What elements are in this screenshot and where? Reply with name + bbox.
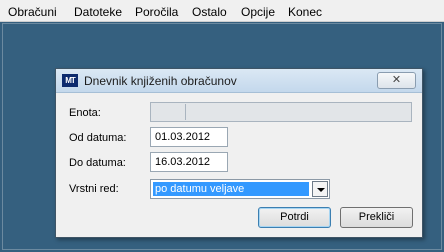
enota-field[interactable] bbox=[150, 102, 412, 122]
od-datuma-input[interactable]: 01.03.2012 bbox=[150, 127, 228, 147]
chevron-down-icon[interactable] bbox=[312, 181, 328, 197]
vrstni-red-label: Vrstni red: bbox=[69, 183, 119, 195]
menu-ostalo[interactable]: Ostalo bbox=[192, 5, 227, 19]
dialog-title-bar[interactable]: MT Dnevnik knjiženih obračunov ✕ bbox=[56, 69, 422, 93]
menu-opcije[interactable]: Opcije bbox=[241, 5, 275, 19]
vrstni-red-value: po datumu veljave bbox=[153, 182, 309, 196]
app-logo-icon: MT bbox=[62, 74, 78, 87]
report-dialog: MT Dnevnik knjiženih obračunov ✕ Enota: … bbox=[55, 68, 423, 238]
menu-konec[interactable]: Konec bbox=[288, 5, 322, 19]
do-datuma-label: Do datuma: bbox=[69, 157, 126, 169]
od-datuma-label: Od datuma: bbox=[69, 132, 127, 144]
potrdi-button[interactable]: Potrdi bbox=[258, 207, 331, 228]
enota-divider bbox=[185, 104, 186, 120]
preklici-button[interactable]: Prekliči bbox=[340, 207, 413, 228]
dialog-title: Dnevnik knjiženih obračunov bbox=[84, 74, 237, 88]
do-datuma-input[interactable]: 16.03.2012 bbox=[150, 152, 228, 172]
enota-label: Enota: bbox=[69, 107, 101, 119]
menu-obracuni[interactable]: Obračuni bbox=[8, 5, 57, 19]
menu-bar: Obračuni Datoteke Poročila Ostalo Opcije… bbox=[0, 0, 444, 22]
vrstni-red-select[interactable]: po datumu veljave bbox=[150, 179, 330, 199]
menu-datoteke[interactable]: Datoteke bbox=[74, 5, 122, 19]
menu-porocila[interactable]: Poročila bbox=[135, 5, 178, 19]
close-button[interactable]: ✕ bbox=[377, 72, 416, 89]
